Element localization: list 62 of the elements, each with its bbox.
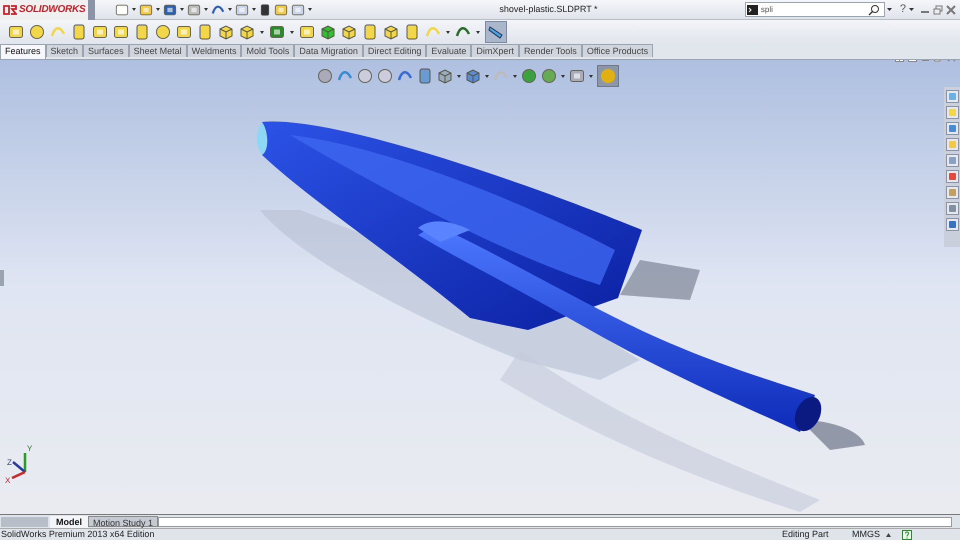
caret-icon[interactable] [485,74,489,78]
command-prompt-icon [746,4,758,14]
ribbon-tab[interactable]: Sketch [46,44,84,57]
logo-mark-icon [3,4,17,16]
caret-icon[interactable] [252,8,256,11]
ribbon-tab[interactable]: Mold Tools [241,44,294,57]
caret-icon[interactable] [132,8,136,11]
ribbon-tab[interactable]: Weldments [186,44,242,57]
caret-icon[interactable] [308,8,312,11]
status-text: Editing Part [782,528,830,540]
caret-icon[interactable] [476,30,480,34]
cube-icon[interactable] [320,24,336,40]
sphere-icon [600,68,616,84]
axis-label: Y [27,443,32,455]
caret-icon[interactable] [457,74,461,78]
status-text: SolidWorks Premium 2013 x64 Edition [0,528,156,540]
new-document-icon[interactable] [115,2,129,16]
caret-icon[interactable] [260,30,264,34]
ribbon-tab[interactable]: Office Products [582,44,654,57]
window-title: shovel-plastic.SLDPRT * [499,2,598,16]
ribbon-tab[interactable]: Features [0,44,46,59]
view-orientation-icon[interactable] [437,68,453,84]
caret-icon[interactable] [513,74,517,78]
ribbon-tab[interactable]: Render Tools [518,44,582,57]
search-box[interactable]: spli [744,2,885,17]
caret-icon[interactable] [180,8,184,11]
box-icon[interactable] [341,24,357,40]
units-button[interactable]: MMGS [852,528,880,540]
caret-icon[interactable] [204,8,208,11]
caret-icon[interactable] [589,74,593,78]
ribbon-tab[interactable]: Direct Editing [362,44,426,57]
caret-icon[interactable] [909,8,914,12]
ribbon-tab[interactable]: Sheet Metal [128,44,187,57]
search-icon[interactable] [868,4,880,16]
logo-text: SOLIDWORKS [19,3,86,17]
caret-icon[interactable] [886,8,892,12]
panel-handle[interactable] [0,270,4,286]
horizontal-scroll-bar[interactable] [158,516,952,526]
display-style-icon[interactable] [465,68,481,84]
ruler-icon [488,24,504,40]
close-icon[interactable] [946,4,956,14]
caret-icon[interactable] [886,532,891,536]
help-button[interactable]: ? [900,1,906,18]
ribbon-tab[interactable]: Data Migration [294,44,363,57]
restore-icon[interactable] [933,4,943,14]
search-field[interactable]: spli [758,4,868,16]
axis-label: X [5,475,10,487]
ribbon-tab[interactable]: Evaluate [426,44,472,57]
bottom-tab[interactable]: Motion Study 1 [88,516,158,527]
caret-icon[interactable] [446,30,450,34]
caret-icon[interactable] [561,74,565,78]
instant3d-button[interactable] [485,21,507,43]
axis-label: Z [7,457,12,469]
caret-icon[interactable] [156,8,160,11]
ribbon-tab[interactable]: DimXpert [471,44,519,57]
help-icon[interactable] [902,530,912,540]
ribbon-tab[interactable]: Surfaces [83,44,129,57]
graphics-area[interactable]: Y Z X [0,60,960,514]
bottom-tab[interactable]: Model [50,516,88,528]
caret-icon[interactable] [290,30,294,34]
app-logo[interactable]: SOLIDWORKS [0,0,88,20]
caret-icon[interactable] [228,8,232,11]
